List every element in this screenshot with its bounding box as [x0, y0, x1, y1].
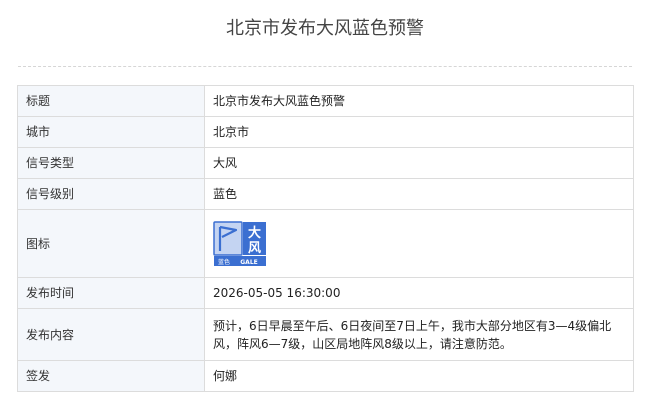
title-divider: [18, 66, 632, 67]
row-label-signal-level: 信号级别: [17, 178, 205, 210]
row-value-content: 预计，6日早晨至午后、6日夜间至7日上午，我市大部分地区有3—4级偏北风，阵风6…: [204, 308, 634, 361]
row-label-publish-time: 发布时间: [17, 277, 205, 309]
row-label-content: 发布内容: [17, 308, 205, 361]
row-value-issuer: 何娜: [204, 360, 634, 392]
row-label-title: 标题: [17, 85, 205, 117]
row-label-icon: 图标: [17, 209, 205, 278]
row-value-city: 北京市: [204, 116, 634, 148]
table-row: 签发 何娜: [17, 360, 634, 392]
table-row: 城市 北京市: [17, 116, 634, 148]
icon-level-text: 蓝色: [218, 258, 230, 266]
row-value-publish-time: 2026-05-05 16:30:00: [204, 277, 634, 309]
row-label-issuer: 签发: [17, 360, 205, 392]
icon-char-feng: 风: [248, 241, 261, 256]
row-value-signal-level: 蓝色: [204, 178, 634, 210]
table-row: 信号级别 蓝色: [17, 178, 634, 210]
row-value-title: 北京市发布大风蓝色预警: [204, 85, 634, 117]
table-row: 发布时间 2026-05-05 16:30:00: [17, 277, 634, 309]
gale-blue-warning-icon: 大 风 蓝色 GALE: [213, 220, 267, 267]
table-row: 信号类型 大风: [17, 147, 634, 179]
warning-info-table: 标题 北京市发布大风蓝色预警 城市 北京市 信号类型 大风 信号级别 蓝色 图标: [17, 85, 634, 392]
row-value-signal-type: 大风: [204, 147, 634, 179]
row-value-icon: 大 风 蓝色 GALE: [204, 209, 634, 278]
flag-panel: [213, 220, 243, 256]
row-label-signal-type: 信号类型: [17, 147, 205, 179]
row-label-city: 城市: [17, 116, 205, 148]
table-row: 图标 大 风 蓝色 GALE: [17, 209, 634, 278]
icon-english-text: GALE: [240, 259, 258, 266]
icon-char-da: 大: [248, 225, 261, 241]
table-row: 标题 北京市发布大风蓝色预警: [17, 85, 634, 117]
page-title: 北京市发布大风蓝色预警: [226, 18, 424, 39]
table-row: 发布内容 预计，6日早晨至午后、6日夜间至7日上午，我市大部分地区有3—4级偏北…: [17, 308, 634, 361]
